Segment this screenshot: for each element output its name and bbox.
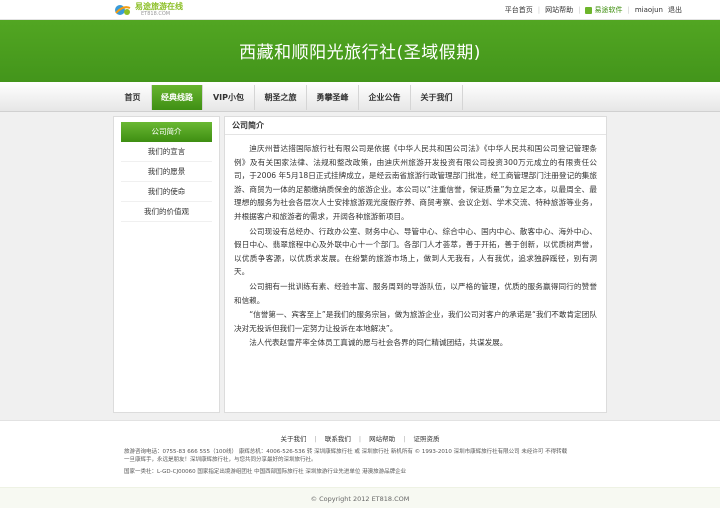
section-heading: 公司简介 — [225, 117, 606, 135]
paragraph: 迪庆州普达措国际旅行社有限公司是依据《中华人民共和国公司法》《中华人民共和国公司… — [234, 144, 597, 221]
logo-text: 易途旅游在线 — [135, 2, 183, 11]
platform-home-link[interactable]: 平台首页 — [505, 5, 533, 15]
username: miaojun — [634, 6, 663, 14]
logo-icon — [115, 5, 131, 15]
main-nav: 首页 经典线路 VIP小包 朝圣之旅 勇攀圣峰 企业公告 关于我们 — [114, 85, 463, 110]
divider: | — [358, 435, 362, 443]
nav-classic-routes[interactable]: 经典线路 — [152, 85, 203, 110]
paragraph: 法人代表赵雪芹率全体员工真诚的愿与社会各界的同仁精诚团结，共谋发展。 — [249, 338, 508, 348]
sidebar-item-mission[interactable]: 我们的使命 — [121, 182, 212, 202]
page-title: 西藏和顺阳光旅行社(圣域假期) — [239, 43, 481, 63]
banner: 西藏和顺阳光旅行社(圣域假期) — [0, 20, 720, 82]
footer-slogan-line: 一旦康辉手，永远是朋友！深圳康辉旅行社，与您共同分享最好的深圳旅行社。 — [124, 457, 317, 463]
footer-link-about[interactable]: 关于我们 — [280, 435, 306, 443]
article-body: 迪庆州普达措国际旅行社有限公司是依据《中华人民共和国公司法》《中华人民共和国公司… — [225, 135, 606, 350]
nav-about-us[interactable]: 关于我们 — [411, 85, 463, 110]
divider: | — [314, 435, 317, 443]
logout-link[interactable]: 退出 — [668, 5, 682, 15]
paragraph: “信誉第一、宾客至上”是我们的服务宗旨，做为旅游企业，我们公司对客户的承诺是“我… — [234, 310, 597, 333]
divider: | — [627, 6, 630, 14]
main-content: 公司简介 迪庆州普达措国际旅行社有限公司是依据《中华人民共和国公司法》《中华人民… — [224, 116, 607, 413]
paragraph: 公司拥有一批训练有素、经验丰富、服务周到的导游队伍，以严格的管理，优质的服务赢得… — [234, 281, 597, 305]
footer-link-licenses[interactable]: 证照资质 — [414, 435, 440, 443]
site-help-link[interactable]: 网站帮助 — [545, 5, 573, 15]
sidebar-item-vision[interactable]: 我们的愿景 — [121, 162, 212, 182]
nav-pilgrimage[interactable]: 朝圣之旅 — [255, 85, 307, 110]
sidebar-item-values[interactable]: 我们的价值观 — [121, 202, 212, 222]
divider: | — [537, 6, 541, 14]
nav-climbing[interactable]: 勇攀圣峰 — [307, 85, 359, 110]
top-links: 平台首页 | 网站帮助 | 易途软件 | miaojun 退出 — [505, 0, 682, 20]
nav-announcements[interactable]: 企业公告 — [359, 85, 411, 110]
footer-bottom: © Copyright 2012 ET818.COM — [0, 487, 720, 508]
sidebar-item-declaration[interactable]: 我们的宣言 — [121, 142, 212, 162]
site-logo[interactable]: 易途旅游在线 ET818.COM — [114, 1, 204, 19]
footer-link-contact[interactable]: 联系我们 — [325, 435, 351, 443]
logo-subtext: ET818.COM — [141, 11, 171, 17]
download-icon — [585, 6, 593, 14]
download-software-link[interactable]: 易途软件 — [585, 5, 622, 15]
copyright: © Copyright 2012 ET818.COM — [310, 495, 410, 503]
nav-vip-package[interactable]: VIP小包 — [203, 85, 255, 110]
top-bar: 易途旅游在线 ET818.COM 平台首页 | 网站帮助 | 易途软件 | mi… — [0, 0, 720, 20]
footer-link-help[interactable]: 网站帮助 — [369, 435, 395, 443]
footer-links: 关于我们 | 联系我们 | 网站帮助 | 证照资质 — [0, 433, 720, 443]
sidebar-item-company-profile[interactable]: 公司简介 — [121, 122, 212, 142]
paragraph: 公司现设有总经办、行政办公室、财务中心、导管中心、综合中心、国内中心、散客中心、… — [234, 226, 597, 277]
footer-license-line: 国家一类社：L-GD-CJ00060 国家指定出境游组团社 中国西部国际旅行社 … — [124, 469, 407, 475]
sidebar: 公司简介 我们的宣言 我们的愿景 我们的使命 我们的价值观 — [113, 116, 220, 413]
footer: 关于我们 | 联系我们 | 网站帮助 | 证照资质 旅游咨询电话：0755-83… — [0, 420, 720, 508]
download-label: 易途软件 — [594, 6, 623, 14]
divider: | — [403, 435, 406, 443]
nav-home[interactable]: 首页 — [114, 85, 152, 110]
main-nav-bar: 首页 经典线路 VIP小包 朝圣之旅 勇攀圣峰 企业公告 关于我们 — [0, 82, 720, 112]
divider: | — [578, 6, 581, 14]
footer-contact-line: 旅游咨询电话：0755-83 666 555（100线） 康辉总机：4006-5… — [124, 449, 568, 455]
